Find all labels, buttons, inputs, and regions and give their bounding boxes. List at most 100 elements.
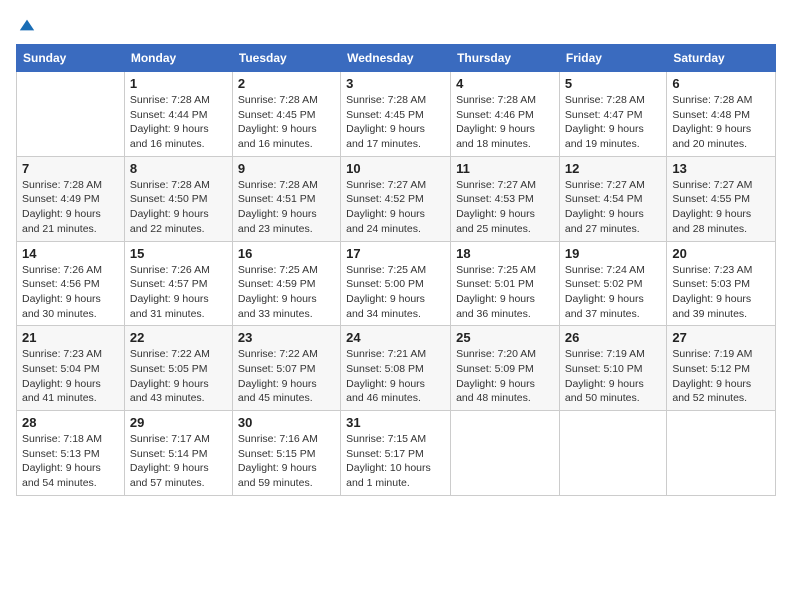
day-cell: 27Sunrise: 7:19 AM Sunset: 5:12 PM Dayli… xyxy=(667,326,776,411)
day-number: 11 xyxy=(456,161,554,176)
day-info: Sunrise: 7:28 AM Sunset: 4:50 PM Dayligh… xyxy=(130,178,227,237)
header-tuesday: Tuesday xyxy=(232,45,340,72)
day-number: 21 xyxy=(22,330,119,345)
day-info: Sunrise: 7:28 AM Sunset: 4:51 PM Dayligh… xyxy=(238,178,335,237)
day-info: Sunrise: 7:28 AM Sunset: 4:44 PM Dayligh… xyxy=(130,93,227,152)
day-cell: 4Sunrise: 7:28 AM Sunset: 4:46 PM Daylig… xyxy=(451,72,560,157)
day-cell: 16 Sunrise: 7:25 AM Sunset: 4:59 PM Dayli… xyxy=(232,241,340,326)
day-info: Sunrise: 7:26 AM Sunset: 4:57 PM Dayligh… xyxy=(130,263,227,322)
day-cell: 5 Sunrise: 7:28 AM Sunset: 4:47 PM Daylig… xyxy=(559,72,666,157)
day-info: Sunrise: 7:25 AM Sunset: 5:00 PM Dayligh… xyxy=(346,263,445,322)
day-number: 24 xyxy=(346,330,445,345)
day-number: 23 xyxy=(238,330,335,345)
day-cell: 2Sunrise: 7:28 AM Sunset: 4:45 PM Daylig… xyxy=(232,72,340,157)
page-header xyxy=(16,16,776,34)
day-number: 20 xyxy=(672,246,770,261)
day-cell: 29 Sunrise: 7:17 AM Sunset: 5:14 PM Dayli… xyxy=(124,411,232,496)
header-saturday: Saturday xyxy=(667,45,776,72)
day-info: Sunrise: 7:24 AM Sunset: 5:02 PM Dayligh… xyxy=(565,263,661,322)
day-number: 17 xyxy=(346,246,445,261)
header-wednesday: Wednesday xyxy=(341,45,451,72)
day-cell: 3 Sunrise: 7:28 AM Sunset: 4:45 PM Daylig… xyxy=(341,72,451,157)
day-number: 1 xyxy=(130,76,227,91)
day-info: Sunrise: 7:28 AM Sunset: 4:48 PM Dayligh… xyxy=(672,93,770,152)
day-info: Sunrise: 7:18 AM Sunset: 5:13 PM Dayligh… xyxy=(22,432,119,491)
header-monday: Monday xyxy=(124,45,232,72)
day-info: Sunrise: 7:20 AM Sunset: 5:09 PM Dayligh… xyxy=(456,347,554,406)
calendar-table: SundayMondayTuesdayWednesdayThursdayFrid… xyxy=(16,44,776,496)
day-number: 28 xyxy=(22,415,119,430)
day-number: 14 xyxy=(22,246,119,261)
day-info: Sunrise: 7:17 AM Sunset: 5:14 PM Dayligh… xyxy=(130,432,227,491)
day-cell: 31Sunrise: 7:15 AM Sunset: 5:17 PM Dayli… xyxy=(341,411,451,496)
day-cell: 8 Sunrise: 7:28 AM Sunset: 4:50 PM Daylig… xyxy=(124,156,232,241)
day-cell: 10 Sunrise: 7:27 AM Sunset: 4:52 PM Dayli… xyxy=(341,156,451,241)
day-info: Sunrise: 7:28 AM Sunset: 4:45 PM Dayligh… xyxy=(346,93,445,152)
day-number: 5 xyxy=(565,76,661,91)
day-cell: 25 Sunrise: 7:20 AM Sunset: 5:09 PM Dayli… xyxy=(451,326,560,411)
day-cell: 6 Sunrise: 7:28 AM Sunset: 4:48 PM Daylig… xyxy=(667,72,776,157)
day-cell: 19 Sunrise: 7:24 AM Sunset: 5:02 PM Dayli… xyxy=(559,241,666,326)
day-number: 19 xyxy=(565,246,661,261)
day-cell: 18 Sunrise: 7:25 AM Sunset: 5:01 PM Dayli… xyxy=(451,241,560,326)
week-row-4: 21Sunrise: 7:23 AM Sunset: 5:04 PM Dayli… xyxy=(17,326,776,411)
day-info: Sunrise: 7:16 AM Sunset: 5:15 PM Dayligh… xyxy=(238,432,335,491)
day-number: 16 xyxy=(238,246,335,261)
day-number: 10 xyxy=(346,161,445,176)
day-number: 29 xyxy=(130,415,227,430)
day-cell: 14 Sunrise: 7:26 AM Sunset: 4:56 PM Dayli… xyxy=(17,241,125,326)
day-info: Sunrise: 7:26 AM Sunset: 4:56 PM Dayligh… xyxy=(22,263,119,322)
day-info: Sunrise: 7:25 AM Sunset: 5:01 PM Dayligh… xyxy=(456,263,554,322)
day-info: Sunrise: 7:27 AM Sunset: 4:54 PM Dayligh… xyxy=(565,178,661,237)
week-row-2: 7Sunrise: 7:28 AM Sunset: 4:49 PM Daylig… xyxy=(17,156,776,241)
day-cell: 13 Sunrise: 7:27 AM Sunset: 4:55 PM Dayli… xyxy=(667,156,776,241)
day-number: 3 xyxy=(346,76,445,91)
week-row-1: 1 Sunrise: 7:28 AM Sunset: 4:44 PM Daylig… xyxy=(17,72,776,157)
logo-icon xyxy=(18,16,36,34)
day-cell: 17 Sunrise: 7:25 AM Sunset: 5:00 PM Dayli… xyxy=(341,241,451,326)
day-cell: 11 Sunrise: 7:27 AM Sunset: 4:53 PM Dayli… xyxy=(451,156,560,241)
day-number: 30 xyxy=(238,415,335,430)
day-info: Sunrise: 7:22 AM Sunset: 5:07 PM Dayligh… xyxy=(238,347,335,406)
day-cell: 15 Sunrise: 7:26 AM Sunset: 4:57 PM Dayli… xyxy=(124,241,232,326)
day-cell: 22 Sunrise: 7:22 AM Sunset: 5:05 PM Dayli… xyxy=(124,326,232,411)
day-info: Sunrise: 7:19 AM Sunset: 5:10 PM Dayligh… xyxy=(565,347,661,406)
day-cell: 23 Sunrise: 7:22 AM Sunset: 5:07 PM Dayli… xyxy=(232,326,340,411)
day-info: Sunrise: 7:28 AM Sunset: 4:47 PM Dayligh… xyxy=(565,93,661,152)
day-cell xyxy=(17,72,125,157)
day-number: 31 xyxy=(346,415,445,430)
day-cell: 7Sunrise: 7:28 AM Sunset: 4:49 PM Daylig… xyxy=(17,156,125,241)
day-number: 6 xyxy=(672,76,770,91)
day-number: 27 xyxy=(672,330,770,345)
day-info: Sunrise: 7:28 AM Sunset: 4:45 PM Dayligh… xyxy=(238,93,335,152)
week-row-3: 14 Sunrise: 7:26 AM Sunset: 4:56 PM Dayli… xyxy=(17,241,776,326)
day-info: Sunrise: 7:27 AM Sunset: 4:53 PM Dayligh… xyxy=(456,178,554,237)
day-cell xyxy=(451,411,560,496)
header-row: SundayMondayTuesdayWednesdayThursdayFrid… xyxy=(17,45,776,72)
day-number: 8 xyxy=(130,161,227,176)
day-number: 13 xyxy=(672,161,770,176)
day-cell: 9Sunrise: 7:28 AM Sunset: 4:51 PM Daylig… xyxy=(232,156,340,241)
week-row-5: 28 Sunrise: 7:18 AM Sunset: 5:13 PM Dayli… xyxy=(17,411,776,496)
day-number: 7 xyxy=(22,161,119,176)
day-number: 15 xyxy=(130,246,227,261)
day-info: Sunrise: 7:27 AM Sunset: 4:55 PM Dayligh… xyxy=(672,178,770,237)
day-info: Sunrise: 7:27 AM Sunset: 4:52 PM Dayligh… xyxy=(346,178,445,237)
day-info: Sunrise: 7:25 AM Sunset: 4:59 PM Dayligh… xyxy=(238,263,335,322)
day-info: Sunrise: 7:28 AM Sunset: 4:46 PM Dayligh… xyxy=(456,93,554,152)
day-info: Sunrise: 7:23 AM Sunset: 5:03 PM Dayligh… xyxy=(672,263,770,322)
day-number: 12 xyxy=(565,161,661,176)
header-friday: Friday xyxy=(559,45,666,72)
day-cell: 1 Sunrise: 7:28 AM Sunset: 4:44 PM Daylig… xyxy=(124,72,232,157)
day-number: 25 xyxy=(456,330,554,345)
day-cell: 28 Sunrise: 7:18 AM Sunset: 5:13 PM Dayli… xyxy=(17,411,125,496)
day-cell xyxy=(559,411,666,496)
day-cell: 21Sunrise: 7:23 AM Sunset: 5:04 PM Dayli… xyxy=(17,326,125,411)
day-number: 26 xyxy=(565,330,661,345)
day-cell: 12 Sunrise: 7:27 AM Sunset: 4:54 PM Dayli… xyxy=(559,156,666,241)
day-number: 22 xyxy=(130,330,227,345)
day-info: Sunrise: 7:22 AM Sunset: 5:05 PM Dayligh… xyxy=(130,347,227,406)
logo xyxy=(16,16,36,34)
day-number: 18 xyxy=(456,246,554,261)
day-cell xyxy=(667,411,776,496)
